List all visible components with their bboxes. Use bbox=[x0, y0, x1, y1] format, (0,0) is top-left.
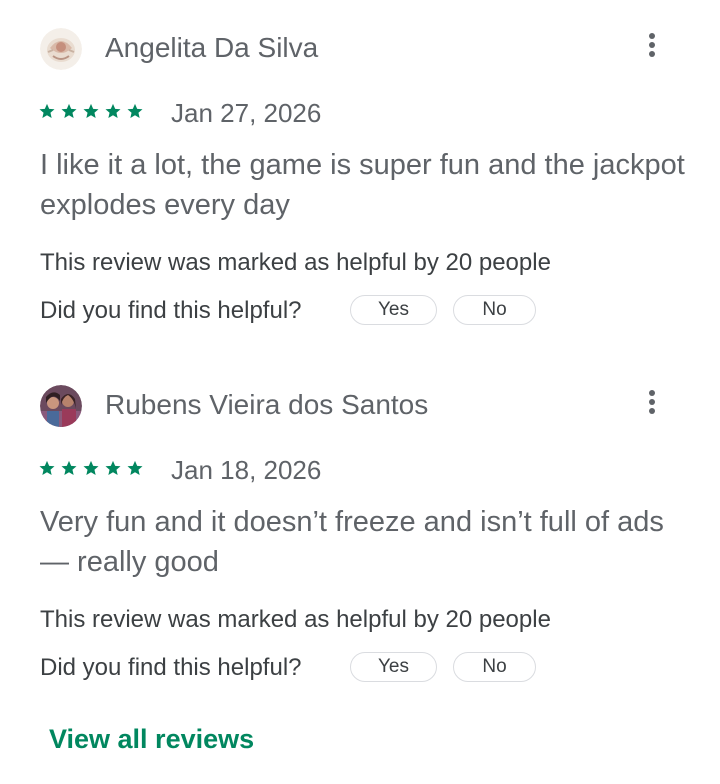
yes-button[interactable]: Yes bbox=[350, 652, 437, 682]
more-options-button[interactable] bbox=[637, 28, 667, 62]
ornate-crest-avatar-icon bbox=[40, 28, 82, 70]
no-button[interactable]: No bbox=[453, 295, 536, 325]
star-icon bbox=[83, 103, 99, 119]
helpful-question: Did you find this helpful? bbox=[40, 297, 302, 324]
more-vert-icon bbox=[649, 390, 655, 396]
star-icon bbox=[39, 460, 55, 476]
helpful-question: Did you find this helpful? bbox=[40, 654, 302, 681]
reviewer-avatar bbox=[40, 28, 82, 70]
star-icon bbox=[127, 103, 143, 119]
reviewer-avatar bbox=[40, 385, 82, 427]
reviewer-name: Angelita Da Silva bbox=[105, 32, 319, 63]
more-options-button[interactable] bbox=[637, 385, 667, 419]
star-icon bbox=[105, 460, 121, 476]
review-text: Very fun and it doesn’t freeze and isn’t… bbox=[40, 506, 664, 578]
no-button[interactable]: No bbox=[453, 652, 536, 682]
yes-button[interactable]: Yes bbox=[350, 295, 437, 325]
star-icon bbox=[39, 103, 55, 119]
review-date: Jan 27, 2026 bbox=[171, 98, 322, 128]
group-photo-avatar-icon bbox=[40, 385, 82, 427]
reviewer-name: Rubens Vieira dos Santos bbox=[105, 389, 429, 420]
star-icon bbox=[127, 460, 143, 476]
star-rating bbox=[38, 459, 148, 481]
star-rating bbox=[38, 102, 148, 124]
helpful-count-text: This review was marked as helpful by 20 … bbox=[40, 606, 551, 633]
star-icon bbox=[61, 460, 77, 476]
star-icon bbox=[83, 460, 99, 476]
helpful-count-text: This review was marked as helpful by 20 … bbox=[40, 249, 551, 276]
more-vert-icon bbox=[649, 33, 655, 39]
review-date: Jan 18, 2026 bbox=[171, 455, 322, 485]
star-icon bbox=[105, 103, 121, 119]
star-icon bbox=[61, 103, 77, 119]
review-text: I like it a lot, the game is super fun a… bbox=[40, 149, 685, 221]
view-all-reviews-link[interactable]: View all reviews bbox=[49, 722, 254, 756]
